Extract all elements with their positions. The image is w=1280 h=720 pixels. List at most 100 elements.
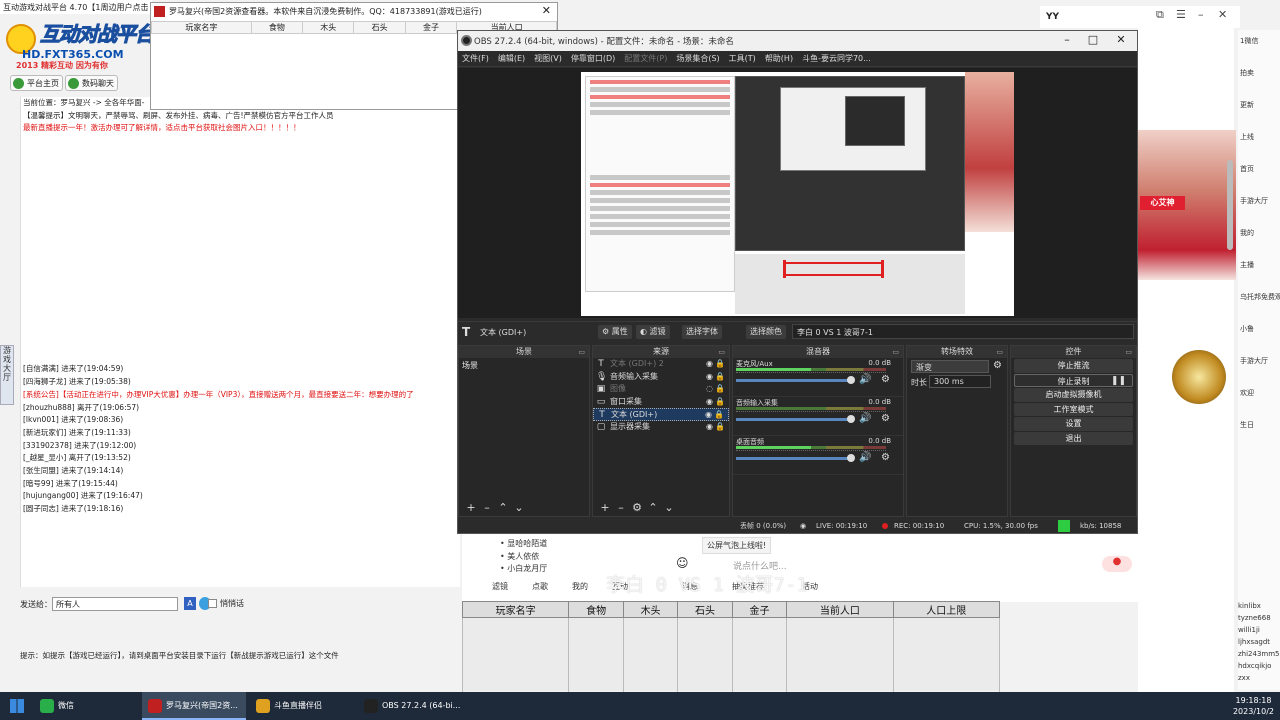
menu-item[interactable]: 工具(T) [725, 51, 761, 67]
eye-icon[interactable]: ◉ [706, 421, 713, 434]
source-item[interactable]: ▢ 显示器采集 ◉ 🔒 [593, 421, 729, 434]
gear-icon[interactable]: ⚙ [629, 500, 645, 516]
filters-button[interactable]: ◐ 滤镜 [636, 325, 670, 339]
right-side-item[interactable]: 生日 [1240, 420, 1280, 430]
add-icon[interactable]: + [597, 500, 613, 516]
minimize-icon[interactable]: – [1198, 8, 1204, 21]
taskbar-item[interactable]: 罗马复兴(帝国2资... [142, 692, 246, 720]
select-color-button[interactable]: 选择颜色 [746, 325, 786, 339]
taskbar-item[interactable]: 斗鱼直播伴侣 [250, 692, 354, 720]
dock-menu-icon[interactable]: ▭ [1125, 346, 1132, 358]
toolbar-item[interactable]: 滤镜 [492, 581, 508, 592]
menu-item[interactable]: 停靠窗口(D) [567, 51, 620, 67]
menu-item[interactable]: 帮助(H) [761, 51, 798, 67]
menu-item[interactable]: 场景集合(S) [672, 51, 724, 67]
minimize-icon[interactable]: – [1054, 33, 1080, 46]
volume-slider-handle[interactable] [847, 376, 855, 384]
volume-slider-handle[interactable] [847, 415, 855, 423]
game-hero-icon[interactable] [1172, 350, 1226, 404]
nav-chat-button[interactable]: 数码聊天 [65, 75, 118, 91]
nav-home-button[interactable]: 平台主页 [10, 75, 63, 91]
right-side-item[interactable]: 乌托邦免费观 [1240, 292, 1280, 302]
source-item[interactable]: ▣ 图像 ◌ 🔒 [593, 383, 729, 396]
person-item[interactable]: zhi243mm5 [1238, 648, 1280, 660]
move-down-icon[interactable]: ⌄ [661, 500, 677, 516]
source-item[interactable]: T 文本 (GDI+) ◉ 🔒 [593, 408, 729, 421]
speaker-icon[interactable]: 🔊 [859, 452, 871, 463]
person-item[interactable]: hdxcqikjo [1238, 660, 1280, 672]
send-target-select[interactable]: 所有人 [52, 597, 178, 611]
move-up-icon[interactable]: ⌃ [495, 500, 511, 516]
duration-input[interactable]: 300 ms [929, 375, 991, 388]
source-item[interactable]: 🎙 音频输入采集 ◉ 🔒 [593, 371, 729, 384]
remove-icon[interactable]: – [613, 500, 629, 516]
gear-icon[interactable]: ⚙ [993, 360, 1002, 371]
control-button[interactable]: 设置 [1014, 417, 1133, 431]
select-font-button[interactable]: 选择字体 [682, 325, 722, 339]
eye-icon[interactable]: ◉ [706, 358, 713, 371]
person-item[interactable]: willi1ji [1238, 624, 1280, 636]
source-item[interactable]: T 文本 (GDI+) 2 ◉ 🔒 [593, 358, 729, 371]
room-item[interactable]: • 显哈哈陌道 [500, 538, 620, 551]
mic-icon[interactable]: ● [1102, 556, 1132, 572]
menu-item[interactable]: 视图(V) [530, 51, 567, 67]
preview-canvas[interactable] [581, 72, 1014, 316]
volume-slider[interactable] [736, 457, 854, 460]
source-item[interactable]: ▭ 窗口采集 ◉ 🔒 [593, 396, 729, 409]
menu-icon[interactable]: ☰ [1176, 8, 1186, 21]
restore-icon[interactable]: ⧉ [1156, 8, 1164, 22]
lock-icon[interactable]: 🔒 [715, 358, 725, 371]
close-icon[interactable]: ✕ [542, 4, 551, 17]
room-item[interactable]: • 小白龙月厅 [500, 563, 620, 576]
move-down-icon[interactable]: ⌄ [511, 500, 527, 516]
right-side-item[interactable]: 欢迎 [1240, 388, 1280, 398]
menu-item[interactable]: 斗鱼-要云同学70... [798, 51, 876, 67]
room-item[interactable]: • 美人依依 [500, 551, 620, 564]
maximize-icon[interactable]: □ [1080, 33, 1106, 46]
person-item[interactable]: kinlibx [1238, 600, 1280, 612]
person-item[interactable]: ljhxsagdt [1238, 636, 1280, 648]
speaker-icon[interactable]: 🔊 [859, 374, 871, 385]
private-checkbox[interactable] [208, 599, 217, 608]
eye-icon[interactable]: ◉ [706, 371, 713, 384]
lock-icon[interactable]: 🔒 [715, 421, 725, 434]
bbox-handle-right[interactable] [881, 260, 884, 278]
volume-slider[interactable] [736, 379, 854, 382]
gear-icon[interactable]: ⚙ [881, 374, 890, 385]
lock-icon[interactable]: 🔒 [715, 396, 725, 409]
move-up-icon[interactable]: ⌃ [645, 500, 661, 516]
right-side-item[interactable]: 更新 [1240, 100, 1280, 110]
pause-icon[interactable]: ❚❚ [1111, 375, 1126, 389]
text-source-bounding-box[interactable] [783, 262, 883, 276]
control-button[interactable]: 工作室模式 [1014, 402, 1133, 416]
menu-item[interactable]: 配置文件(P) [620, 51, 672, 67]
bbox-handle-left[interactable] [783, 260, 786, 278]
right-side-item[interactable]: 首页 [1240, 164, 1280, 174]
taskbar-item[interactable]: OBS 27.2.4 (64-bi... [358, 692, 462, 720]
start-icon[interactable] [10, 699, 24, 713]
eye-off-icon[interactable]: ◌ [706, 383, 713, 396]
right-side-item[interactable]: 小鲁 [1240, 324, 1280, 334]
volume-slider[interactable] [736, 418, 854, 421]
menu-item[interactable]: 编辑(E) [494, 51, 530, 67]
add-icon[interactable]: + [463, 500, 479, 516]
properties-button[interactable]: ⚙ 属性 [598, 325, 632, 339]
dock-menu-icon[interactable]: ▭ [996, 346, 1003, 358]
person-item[interactable]: tyzne668 [1238, 612, 1280, 624]
toolbar-item[interactable]: 点歌 [532, 581, 548, 592]
gear-icon[interactable]: ⚙ [881, 452, 890, 463]
control-button[interactable]: 停止录制 ❚❚ [1014, 373, 1133, 389]
right-side-item[interactable]: 我的 [1240, 228, 1280, 238]
close-icon[interactable]: ✕ [1108, 33, 1134, 46]
person-item[interactable]: zxx [1238, 672, 1280, 684]
control-button[interactable]: 退出 [1014, 431, 1133, 445]
gear-icon[interactable]: ⚙ [881, 413, 890, 424]
transition-select[interactable]: 渐变 [911, 360, 989, 373]
dock-menu-icon[interactable]: ▭ [718, 346, 725, 358]
promo-badge[interactable]: 心艾神 [1140, 196, 1185, 210]
toolbar-item[interactable]: 我的 [572, 581, 588, 592]
scrollbar[interactable] [1227, 160, 1233, 250]
lobby-side-tab[interactable]: 游戏大厅 [0, 345, 14, 405]
dock-menu-icon[interactable]: ▭ [578, 346, 585, 358]
lock-icon[interactable]: 🔒 [715, 383, 725, 396]
